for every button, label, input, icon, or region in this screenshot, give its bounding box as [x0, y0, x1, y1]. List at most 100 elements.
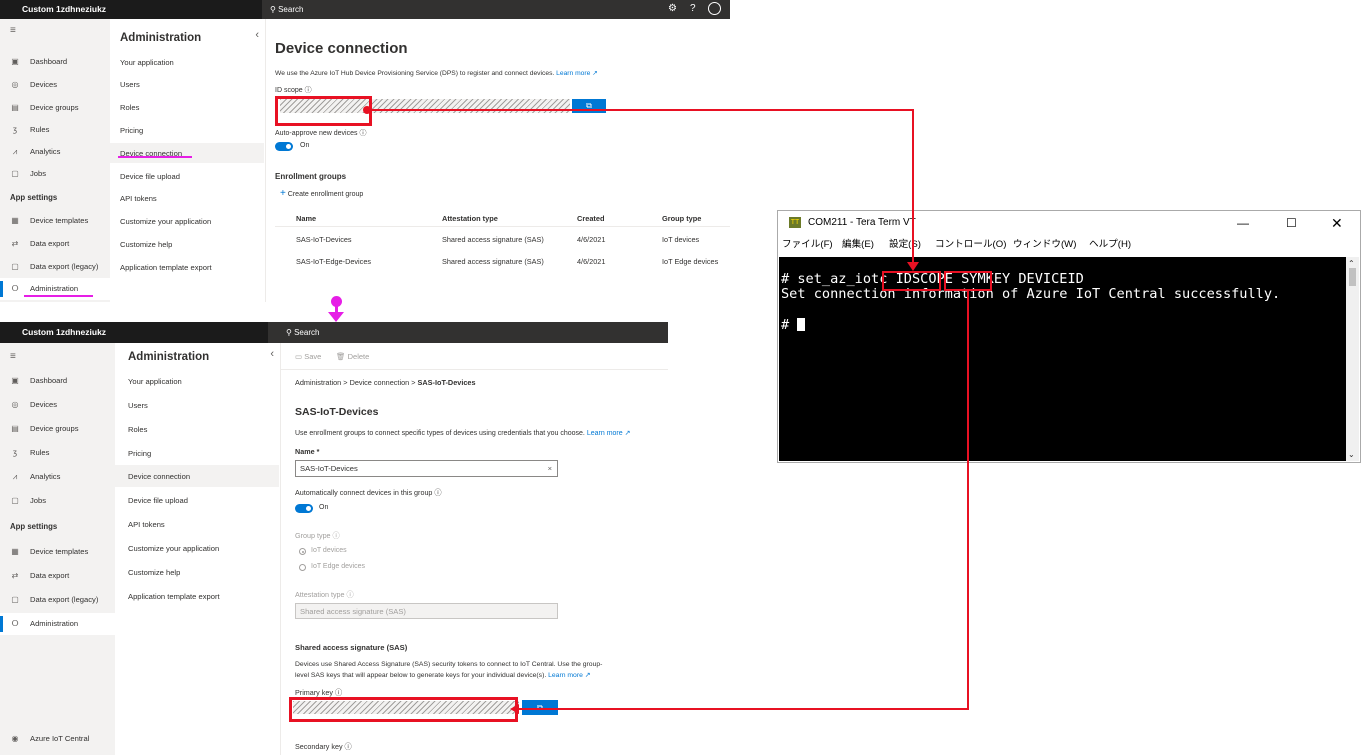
enrollment-group-page: ▭ Save 🗑 Delete Administration > Device … [281, 343, 668, 755]
sas-heading: Shared access signature (SAS) [295, 643, 408, 652]
collapse-chevron-icon[interactable]: ‹ [255, 29, 259, 41]
nav-item-dashboard[interactable]: ▣ Dashboard [0, 51, 110, 73]
breadcrumb-administration[interactable]: Administration [295, 378, 341, 387]
device-connection-screenshot: Custom 1zdhneziukz ⚲ Search ⚙ ? ≡ ▣ Dashb… [0, 0, 730, 302]
administration-icon: ⵔ [11, 619, 19, 628]
menu-window[interactable]: ウィンドウ(W) [1013, 235, 1076, 255]
admin-item-customize-application[interactable]: Customize your application [120, 217, 211, 226]
admin-menu: Administration ‹ Your application Users … [110, 19, 266, 302]
nav-item-device-groups[interactable]: ▤ Device groups [0, 418, 115, 440]
nav-item-data-export[interactable]: ⇄ Data export [0, 565, 115, 587]
collapse-chevron-icon[interactable]: ‹ [270, 348, 274, 360]
dashboard-icon: ▣ [11, 376, 19, 385]
nav-item-devices[interactable]: ◎ Devices [0, 394, 115, 416]
admin-item-device-connection[interactable]: Device connection [128, 472, 190, 481]
jobs-icon: ▢ [11, 496, 19, 505]
admin-item-pricing[interactable]: Pricing [128, 449, 151, 458]
admin-item-api-tokens[interactable]: API tokens [120, 194, 157, 203]
delete-button[interactable]: 🗑 Delete [336, 352, 369, 361]
admin-item-customize-application[interactable]: Customize your application [128, 544, 219, 553]
radio-iot-devices[interactable] [299, 548, 306, 555]
hamburger-icon[interactable]: ≡ [10, 25, 16, 36]
learn-more-link[interactable]: Learn more [556, 70, 590, 77]
learn-more-link[interactable]: Learn more [587, 430, 623, 437]
learn-more-link[interactable]: Learn more [548, 672, 583, 679]
magenta-arrow-head [328, 312, 344, 322]
menu-file[interactable]: ファイル(F) [782, 235, 833, 255]
col-header-group-type[interactable]: Group type [662, 214, 701, 223]
save-button[interactable]: ▭ Save [295, 352, 321, 361]
nav-item-analytics[interactable]: ⩘ Analytics [0, 466, 115, 488]
gear-icon[interactable]: ⚙ [668, 3, 677, 14]
analytics-icon: ⩘ [12, 147, 18, 156]
nav-item-device-templates[interactable]: ▦ Device templates [0, 541, 115, 563]
nav-item-rules[interactable]: ⳅ Rules [0, 119, 110, 141]
row-name-link[interactable]: SAS-IoT-Devices [296, 235, 352, 244]
nav-item-rules[interactable]: ⳅ Rules [0, 442, 115, 464]
magenta-underline-device-connection [118, 156, 192, 158]
nav-footer[interactable]: ◉ Azure IoT Central [0, 728, 115, 750]
nav-item-devices[interactable]: ◎ Devices [0, 74, 110, 96]
nav-item-device-templates[interactable]: ▦ Device templates [0, 210, 110, 232]
col-header-created[interactable]: Created [577, 214, 605, 223]
nav-item-data-export[interactable]: ⇄ Data export [0, 233, 110, 255]
nav-item-analytics[interactable]: ⩘ Analytics [0, 141, 110, 163]
admin-item-roles[interactable]: Roles [120, 103, 139, 112]
nav-item-jobs[interactable]: ▢ Jobs [0, 490, 115, 512]
auto-approve-toggle[interactable] [275, 142, 293, 151]
breadcrumb-device-connection[interactable]: Device connection [350, 378, 410, 387]
admin-item-your-application[interactable]: Your application [128, 377, 182, 386]
menu-control[interactable]: コントロール(O) [935, 235, 1006, 255]
highlight-primary-key [289, 697, 518, 722]
search-box[interactable]: ⚲ Search [270, 0, 303, 19]
create-enrollment-group-button[interactable]: + Create enrollment group [280, 188, 363, 199]
hamburger-icon[interactable]: ≡ [10, 351, 16, 362]
scroll-up-icon[interactable]: ⌃ [1348, 259, 1355, 268]
page-title: SAS-IoT-Devices [295, 406, 379, 418]
menu-edit[interactable]: 編集(E) [842, 235, 874, 255]
help-icon[interactable]: ? [690, 3, 696, 14]
admin-item-device-file-upload[interactable]: Device file upload [128, 496, 188, 505]
avatar[interactable] [708, 2, 721, 15]
name-input[interactable]: SAS-IoT-Devices × [295, 460, 558, 477]
admin-item-customize-help[interactable]: Customize help [120, 240, 172, 249]
search-box[interactable]: ⚲ Search [286, 322, 319, 343]
magenta-underline-administration [24, 295, 93, 297]
group-type-label: Group type ⓘ [295, 531, 340, 540]
scroll-thumb[interactable] [1349, 268, 1356, 286]
admin-item-template-export[interactable]: Application template export [120, 263, 212, 272]
admin-item-users[interactable]: Users [128, 401, 148, 410]
admin-item-device-file-upload[interactable]: Device file upload [120, 172, 180, 181]
nav-item-administration[interactable]: ⵔ Administration [0, 613, 115, 635]
admin-item-pricing[interactable]: Pricing [120, 126, 143, 135]
menu-settings[interactable]: 設定(S) [889, 235, 921, 255]
nav-item-dashboard[interactable]: ▣ Dashboard [0, 370, 115, 392]
clear-icon[interactable]: × [548, 461, 552, 476]
admin-item-users[interactable]: Users [120, 80, 140, 89]
auto-connect-toggle[interactable] [295, 504, 313, 513]
scroll-down-icon[interactable]: ⌄ [1348, 450, 1355, 459]
minimize-icon[interactable]: — [1237, 211, 1249, 235]
tera-term-logo-icon: TT [789, 217, 801, 228]
close-icon[interactable]: ✕ [1331, 211, 1343, 235]
terminal-scrollbar[interactable]: ⌃ ⌄ [1346, 257, 1359, 461]
admin-item-api-tokens[interactable]: API tokens [128, 520, 165, 529]
dashboard-icon: ▣ [11, 57, 19, 66]
nav-item-jobs[interactable]: ▢ Jobs [0, 163, 110, 185]
maximize-icon[interactable]: ☐ [1286, 211, 1297, 235]
radio-iot-edge-devices[interactable] [299, 564, 306, 571]
col-header-attestation[interactable]: Attestation type [442, 214, 498, 223]
admin-item-your-application[interactable]: Your application [120, 58, 174, 67]
admin-item-customize-help[interactable]: Customize help [128, 568, 180, 577]
admin-item-roles[interactable]: Roles [128, 425, 147, 434]
data-export-legacy-icon: ▢ [11, 262, 19, 271]
terminal-screen[interactable]: # set_az_iotc IDSCOPE SYMKEY DEVICEID Se… [779, 257, 1346, 461]
nav-item-device-groups[interactable]: ▤ Device groups [0, 97, 110, 119]
admin-item-template-export[interactable]: Application template export [128, 592, 220, 601]
nav-item-data-export-legacy[interactable]: ▢ Data export (legacy) [0, 256, 110, 278]
row-name-link[interactable]: SAS-IoT-Edge-Devices [296, 257, 371, 266]
col-header-name[interactable]: Name [296, 214, 316, 223]
connector-line [518, 708, 969, 710]
nav-item-data-export-legacy[interactable]: ▢ Data export (legacy) [0, 589, 115, 611]
menu-help[interactable]: ヘルプ(H) [1089, 235, 1131, 255]
